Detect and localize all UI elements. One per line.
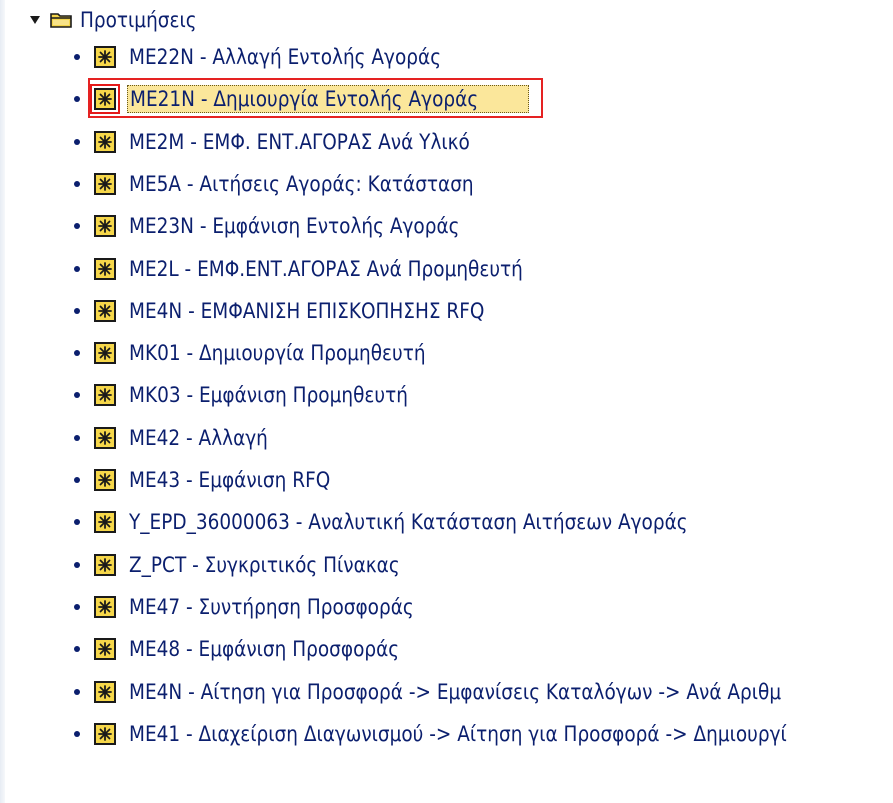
transaction-label: ME5A - Αιτήσεις Αγοράς: Κατάσταση	[129, 171, 474, 196]
transaction-label-wrap[interactable]: ME2M - ΕΜΦ. ΕΝΤ.ΑΓΟΡΑΣ Ανά Υλικό	[127, 129, 518, 155]
transaction-label: ME2L - ΕΜΦ.ΕΝΤ.ΑΓΟΡΑΣ Ανά Προμηθευτή	[129, 256, 523, 281]
transaction-list-item[interactable]: ME22N - Αλλαγή Εντολής Αγοράς	[74, 42, 486, 72]
bullet-icon	[74, 96, 80, 103]
panel-left-border	[0, 0, 5, 803]
bullet-icon	[74, 265, 80, 272]
transaction-label-wrap[interactable]: ME21N - Δημιουργία Εντολής Αγοράς	[127, 85, 529, 114]
transaction-list-item[interactable]: ME5A - Αιτήσεις Αγοράς: Κατάσταση	[74, 169, 523, 199]
transaction-icon	[94, 722, 116, 745]
transaction-icon	[94, 595, 116, 618]
transaction-label-wrap[interactable]: ME4N - ΕΜΦΑΝΙΣΗ ΕΠΙΣΚΟΠΗΣΗΣ RFQ	[127, 298, 535, 324]
transaction-icon	[94, 638, 116, 661]
transaction-label-wrap[interactable]: ME22N - Αλλαγή Εντολής Αγοράς	[127, 44, 486, 70]
bullet-icon	[74, 307, 80, 314]
transaction-list-item[interactable]: ME2L - ΕΜΦ.ΕΝΤ.ΑΓΟΡΑΣ Ανά Προμηθευτή	[74, 254, 579, 284]
transaction-list-item[interactable]: Z_PCT - Συγκριτικός Πίνακας	[74, 550, 439, 580]
transaction-icon	[94, 680, 116, 703]
transaction-label: ME22N - Αλλαγή Εντολής Αγοράς	[129, 45, 442, 69]
transaction-label-wrap[interactable]: ME47 - Συντήρηση Προσφοράς	[127, 594, 455, 620]
transaction-icon	[94, 342, 116, 365]
favorites-tree-panel: Προτιμήσεις ME22N - Αλλαγή Εντολής Αγορά…	[0, 0, 893, 803]
transaction-icon	[94, 46, 116, 68]
transaction-list-item[interactable]: ME48 - Εμφάνιση Προσφοράς	[74, 634, 438, 664]
folder-open-icon	[50, 13, 72, 28]
bullet-icon	[74, 434, 80, 441]
transaction-list-item[interactable]: ME41 - Διαχείριση Διαγωνισμού -> Αίτηση …	[74, 719, 878, 749]
transaction-label-wrap[interactable]: ME23N - Εμφάνιση Εντολής Αγοράς	[127, 213, 507, 239]
transaction-label-wrap[interactable]: ME48 - Εμφάνιση Προσφοράς	[127, 636, 438, 662]
transaction-icon	[94, 130, 116, 153]
transaction-label: ME41 - Διαχείριση Διαγωνισμού -> Αίτηση …	[129, 721, 787, 746]
transaction-label-wrap[interactable]: ME2L - ΕΜΦ.ΕΝΤ.ΑΓΟΡΑΣ Ανά Προμηθευτή	[127, 256, 579, 282]
transaction-list-item[interactable]: Y_EPD_36000063 - Αναλυτική Κατάσταση Αιτ…	[74, 507, 766, 537]
transaction-label: ME2M - ΕΜΦ. ΕΝΤ.ΑΓΟΡΑΣ Ανά Υλικό	[129, 129, 470, 154]
transaction-label-wrap[interactable]: MK01 - Δημιουργία Προμηθευτή	[127, 340, 468, 366]
transaction-icon	[94, 553, 116, 576]
bullet-icon	[74, 688, 80, 695]
transaction-icon	[94, 469, 116, 491]
transaction-label-wrap[interactable]: ME41 - Διαχείριση Διαγωνισμού -> Αίτηση …	[127, 721, 878, 747]
transaction-list-item[interactable]: ME2M - ΕΜΦ. ΕΝΤ.ΑΓΟΡΑΣ Ανά Υλικό	[74, 127, 518, 157]
bullet-icon	[74, 54, 80, 60]
transaction-label: ME42 - Αλλαγή	[129, 425, 268, 450]
bullet-icon	[74, 730, 80, 737]
transaction-icon	[94, 384, 116, 407]
transaction-icon	[94, 172, 116, 195]
transaction-list-item[interactable]: ME42 - Αλλαγή	[74, 423, 289, 453]
transaction-label: Z_PCT - Συγκριτικός Πίνακας	[129, 552, 400, 577]
bullet-icon	[74, 561, 80, 568]
transaction-label: ME4N - Αίτηση για Προσφορά -> Εμφανίσεις…	[129, 679, 782, 704]
bullet-icon	[74, 180, 80, 187]
transaction-icon	[94, 426, 116, 449]
transaction-label: Y_EPD_36000063 - Αναλυτική Κατάσταση Αιτ…	[129, 510, 688, 535]
transaction-list-item[interactable]: MK01 - Δημιουργία Προμηθευτή	[74, 338, 468, 368]
transaction-label-wrap[interactable]: Y_EPD_36000063 - Αναλυτική Κατάσταση Αιτ…	[127, 509, 766, 535]
transaction-list-item[interactable]: ME4N - Αίτηση για Προσφορά -> Εμφανίσεις…	[74, 677, 872, 707]
bullet-icon	[74, 646, 80, 653]
transaction-label-wrap[interactable]: ME42 - Αλλαγή	[127, 425, 289, 451]
transaction-label: ME47 - Συντήρηση Προσφοράς	[129, 594, 414, 619]
bullet-icon	[74, 223, 80, 230]
transaction-label: MK01 - Δημιουργία Προμηθευτή	[129, 341, 426, 366]
expand-arrow-icon[interactable]	[30, 16, 40, 24]
transaction-list-item[interactable]: ME47 - Συντήρηση Προσφοράς	[74, 592, 455, 622]
transaction-label-wrap[interactable]: Z_PCT - Συγκριτικός Πίνακας	[127, 552, 439, 578]
bullet-icon	[74, 603, 80, 610]
favorites-folder-node[interactable]: Προτιμήσεις	[30, 6, 212, 34]
folder-label: Προτιμήσεις	[80, 8, 197, 32]
transaction-list-item[interactable]: ME4N - ΕΜΦΑΝΙΣΗ ΕΠΙΣΚΟΠΗΣΗΣ RFQ	[74, 296, 535, 326]
transaction-label-wrap[interactable]: ME5A - Αιτήσεις Αγοράς: Κατάσταση	[127, 171, 523, 197]
bullet-icon	[74, 477, 80, 483]
bullet-icon	[74, 350, 80, 357]
transaction-icon	[94, 299, 116, 322]
bullet-icon	[74, 519, 80, 526]
transaction-label-wrap[interactable]: ME43 - Εμφάνιση RFQ	[127, 467, 360, 493]
transaction-label: ME4N - ΕΜΦΑΝΙΣΗ ΕΠΙΣΚΟΠΗΣΗΣ RFQ	[129, 298, 485, 323]
bullet-icon	[74, 138, 80, 145]
transaction-label: ME43 - Εμφάνιση RFQ	[129, 468, 331, 492]
transaction-icon	[94, 257, 116, 280]
transaction-icon	[94, 215, 116, 238]
bullet-icon	[74, 392, 80, 399]
transaction-icon	[90, 84, 120, 115]
transaction-list-item[interactable]: MK03 - Εμφάνιση Προμηθευτή	[74, 380, 448, 410]
transaction-icon	[94, 511, 116, 534]
transaction-list-item[interactable]: ME23N - Εμφάνιση Εντολής Αγοράς	[74, 211, 507, 241]
transaction-label-wrap[interactable]: MK03 - Εμφάνιση Προμηθευτή	[127, 382, 448, 408]
transaction-label: ME21N - Δημιουργία Εντολής Αγοράς	[130, 87, 479, 112]
transaction-label: ME48 - Εμφάνιση Προσφοράς	[129, 637, 400, 662]
transaction-list-item[interactable]: ME43 - Εμφάνιση RFQ	[74, 465, 360, 495]
transaction-label: MK03 - Εμφάνιση Προμηθευτή	[129, 383, 408, 408]
transaction-label: ME23N - Εμφάνιση Εντολής Αγοράς	[129, 214, 460, 239]
transaction-list-item[interactable]: ME21N - Δημιουργία Εντολής Αγοράς	[74, 84, 529, 115]
transaction-label-wrap[interactable]: ME4N - Αίτηση για Προσφορά -> Εμφανίσεις…	[127, 679, 872, 705]
